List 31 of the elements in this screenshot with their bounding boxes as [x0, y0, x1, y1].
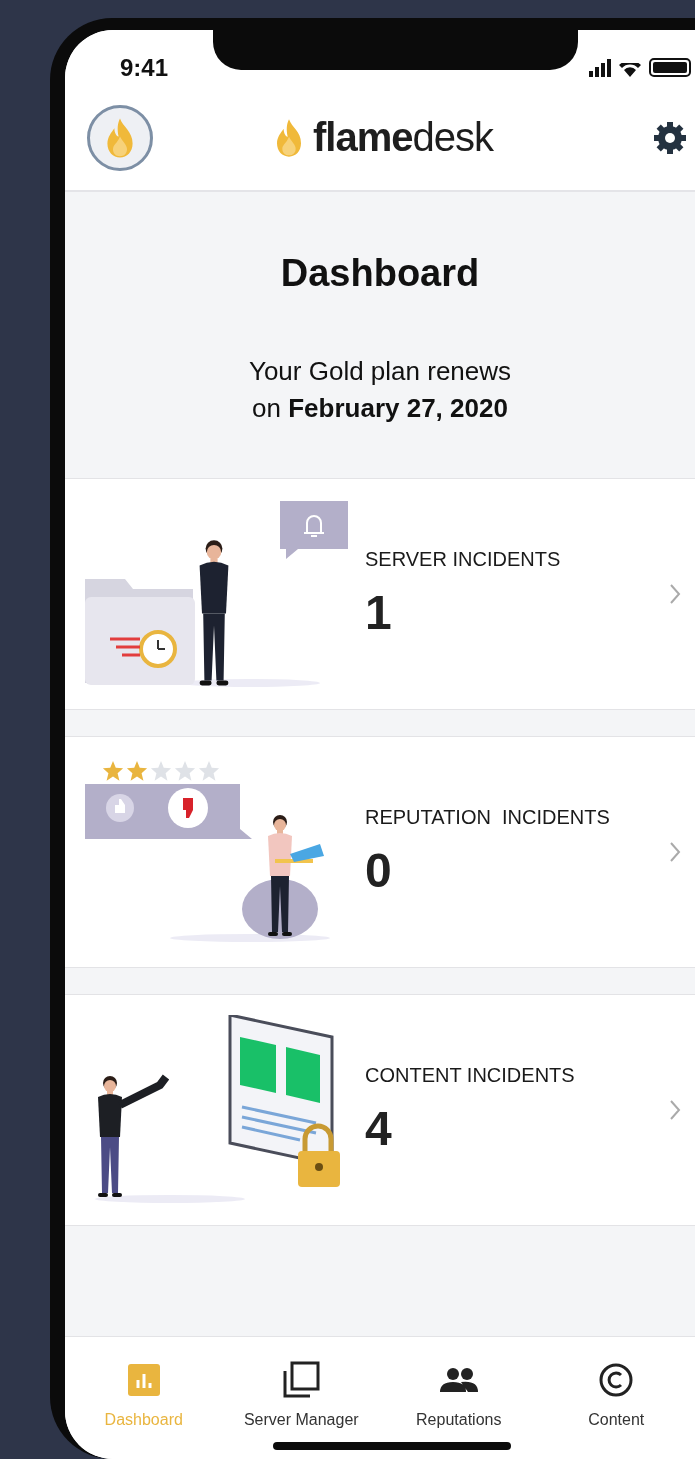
incident-count: 4 — [365, 1101, 393, 1156]
chart-icon — [126, 1361, 161, 1399]
chevron-right-icon — [669, 841, 681, 863]
incident-card[interactable]: SERVER INCIDENTS 1 — [65, 478, 695, 710]
incident-label: SERVER INCIDENTS — [365, 548, 562, 571]
status-time: 9:41 — [120, 53, 169, 82]
plan-renewal-text: Your Gold plan renews on February 27, 2020 — [248, 355, 512, 425]
signal-icon — [589, 59, 611, 77]
star-icon — [150, 760, 172, 782]
battery-icon — [649, 58, 691, 77]
star-icon — [174, 760, 196, 782]
star-icon — [126, 760, 148, 782]
star-icon — [102, 760, 124, 782]
tab-bar-item[interactable]: Content — [537, 1337, 695, 1437]
incident-card[interactable]: REPUTATION INCIDENTS 0 — [65, 736, 695, 968]
tab-bar-item[interactable]: Reputations — [380, 1337, 538, 1437]
page-title: Dashboard — [280, 252, 480, 295]
incident-label: REPUTATION INCIDENTS — [365, 806, 611, 829]
app-logo: flamedesk — [313, 115, 493, 160]
incident-label: CONTENT INCIDENTS — [365, 1064, 576, 1087]
chevron-right-icon — [669, 583, 681, 605]
copyright-icon — [598, 1361, 635, 1399]
tab-bar-item[interactable]: Server Manager — [222, 1337, 380, 1437]
star-icon — [198, 760, 220, 782]
chevron-right-icon — [669, 1099, 681, 1121]
stacked-squares-icon — [281, 1361, 322, 1399]
settings-icon[interactable] — [653, 120, 687, 155]
incident-card[interactable]: CONTENT INCIDENTS 4 — [65, 994, 695, 1226]
incident-count: 1 — [365, 585, 393, 640]
incident-count: 0 — [365, 843, 393, 898]
wifi-icon — [619, 63, 641, 77]
